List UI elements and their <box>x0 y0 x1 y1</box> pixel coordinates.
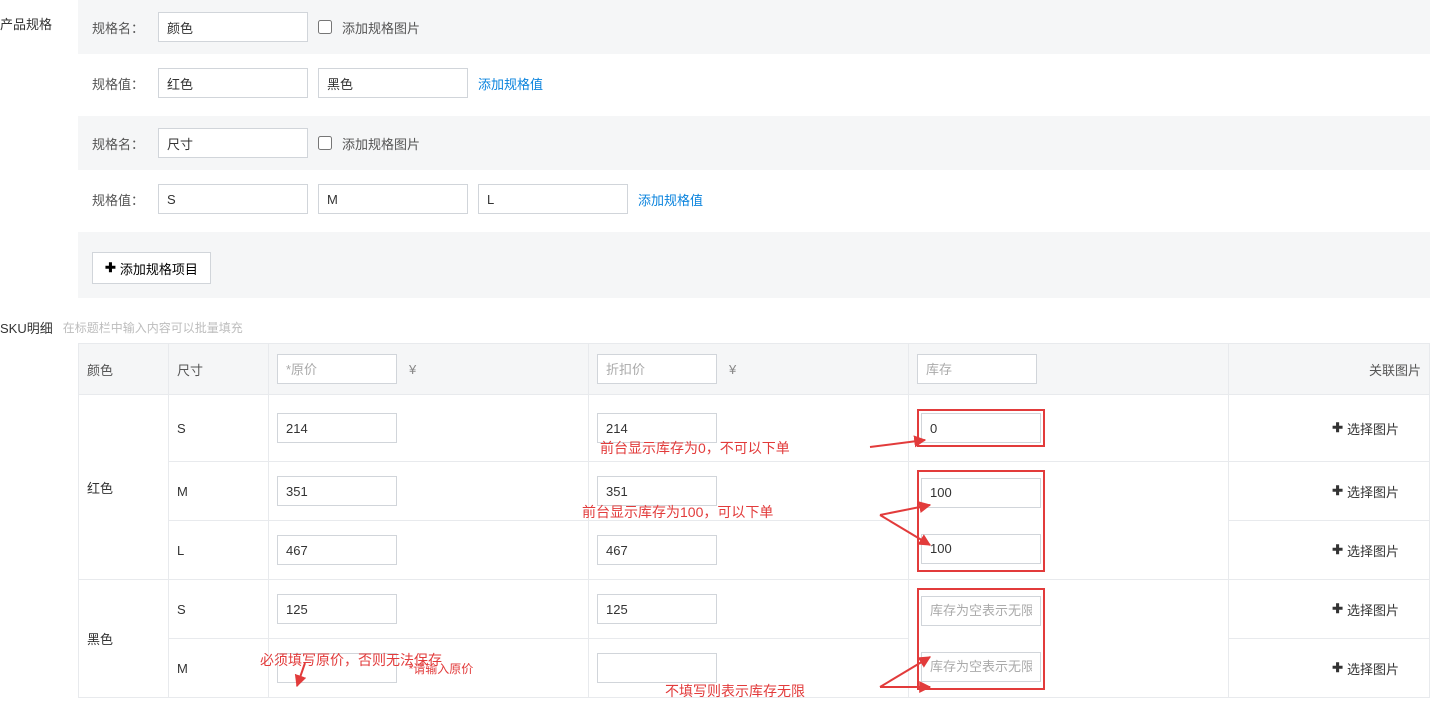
sku-section-header: SKU明细 在标题栏中输入内容可以批量填充 <box>0 310 1430 337</box>
color-cell: 黑色 <box>79 580 169 698</box>
choose-image-button[interactable]: ✚ 选择图片 <box>1332 541 1399 560</box>
stock-highlight-box <box>917 470 1045 572</box>
choose-image-button[interactable]: ✚ 选择图片 <box>1332 482 1399 501</box>
bulk-discount-input[interactable] <box>597 354 717 384</box>
discount-price-input[interactable] <box>597 413 717 443</box>
plus-icon: ✚ <box>1332 420 1343 436</box>
stock-highlight-box <box>917 409 1045 447</box>
plus-icon: ✚ <box>105 260 116 276</box>
plus-icon: ✚ <box>1332 542 1343 558</box>
choose-image-label: 选择图片 <box>1347 659 1399 678</box>
choose-image-label: 选择图片 <box>1347 600 1399 619</box>
stock-input[interactable] <box>921 652 1041 682</box>
stock-input[interactable] <box>921 596 1041 626</box>
sku-col-size: 尺寸 <box>169 344 269 395</box>
size-cell: S <box>169 395 269 462</box>
stock-input[interactable] <box>921 413 1041 443</box>
stock-input[interactable] <box>921 478 1041 508</box>
choose-image-label: 选择图片 <box>1347 541 1399 560</box>
choose-image-button[interactable]: ✚ 选择图片 <box>1332 659 1399 678</box>
sku-col-discount: ¥ <box>589 344 909 395</box>
plus-icon: ✚ <box>1332 601 1343 617</box>
sku-table: 颜色 尺寸 ¥ ¥ <box>78 343 1430 698</box>
stock-highlight-box <box>917 588 1045 690</box>
size-cell: L <box>169 521 269 580</box>
spec-section-label: 产品规格 <box>0 0 70 300</box>
add-spec-button[interactable]: ✚ 添加规格项目 <box>92 252 211 284</box>
stock-input[interactable] <box>921 534 1041 564</box>
bulk-stock-input[interactable] <box>917 354 1037 384</box>
sku-col-assoc: 关联图片 <box>1229 344 1430 395</box>
add-spec-value-link[interactable]: 添加规格值 <box>478 74 543 93</box>
sku-section-label: SKU明细 <box>0 318 53 337</box>
currency-label: ¥ <box>409 362 416 377</box>
spec-value-input[interactable] <box>158 184 308 214</box>
spec-values-label: 规格值： <box>92 74 148 93</box>
choose-image-label: 选择图片 <box>1347 419 1399 438</box>
product-spec-section: 产品规格 规格名： 添加规格图片 规格值： 添加规格值 规格名 <box>0 0 1430 310</box>
size-cell: M <box>169 639 269 698</box>
sku-header-row: 颜色 尺寸 ¥ ¥ <box>79 344 1430 395</box>
choose-image-button[interactable]: ✚ 选择图片 <box>1332 419 1399 438</box>
add-spec-value-link[interactable]: 添加规格值 <box>638 190 703 209</box>
spec-value-input[interactable] <box>318 184 468 214</box>
currency-label: ¥ <box>729 362 736 377</box>
orig-price-input[interactable] <box>277 413 397 443</box>
spec-values-row: 规格值： 添加规格值 <box>78 56 1430 110</box>
sku-col-color: 颜色 <box>79 344 169 395</box>
add-spec-image-label: 添加规格图片 <box>342 18 420 37</box>
sku-col-stock <box>909 344 1229 395</box>
table-row: M ✚ 选择图片 <box>79 462 1430 521</box>
sku-section-tip: 在标题栏中输入内容可以批量填充 <box>63 319 243 336</box>
discount-price-input[interactable] <box>597 476 717 506</box>
plus-icon: ✚ <box>1332 660 1343 676</box>
discount-price-input[interactable] <box>597 535 717 565</box>
sku-col-orig: ¥ <box>269 344 589 395</box>
discount-price-input[interactable] <box>597 594 717 624</box>
add-spec-image-checkbox[interactable] <box>318 20 332 34</box>
add-spec-image-checkbox[interactable] <box>318 136 332 150</box>
size-cell: M <box>169 462 269 521</box>
choose-image-label: 选择图片 <box>1347 482 1399 501</box>
spec-name-label: 规格名： <box>92 18 148 37</box>
table-row: 黑色 S ✚ 选择图片 <box>79 580 1430 639</box>
spec-values-row: 规格值： 添加规格值 <box>78 172 1430 226</box>
add-spec-button-label: 添加规格项目 <box>120 259 198 278</box>
size-cell: S <box>169 580 269 639</box>
table-row: 红色 S ✚ 选择图片 <box>79 395 1430 462</box>
spec-name-label: 规格名： <box>92 134 148 153</box>
spec-group: 规格名： 添加规格图片 <box>78 0 1430 54</box>
color-cell: 红色 <box>79 395 169 580</box>
orig-price-input[interactable] <box>277 594 397 624</box>
discount-price-input[interactable] <box>597 653 717 683</box>
spec-name-input[interactable] <box>158 128 308 158</box>
plus-icon: ✚ <box>1332 483 1343 499</box>
orig-price-input[interactable] <box>277 653 397 683</box>
spec-value-input[interactable] <box>318 68 468 98</box>
spec-values-label: 规格值： <box>92 190 148 209</box>
spec-value-input[interactable] <box>158 68 308 98</box>
add-spec-wrap: ✚ 添加规格项目 <box>78 232 1430 298</box>
orig-price-input[interactable] <box>277 476 397 506</box>
bulk-orig-input[interactable] <box>277 354 397 384</box>
orig-price-error: *请输入原价 <box>409 662 474 676</box>
choose-image-button[interactable]: ✚ 选择图片 <box>1332 600 1399 619</box>
orig-price-input[interactable] <box>277 535 397 565</box>
add-spec-image-label: 添加规格图片 <box>342 134 420 153</box>
spec-group: 规格名： 添加规格图片 <box>78 116 1430 170</box>
spec-name-input[interactable] <box>158 12 308 42</box>
spec-value-input[interactable] <box>478 184 628 214</box>
